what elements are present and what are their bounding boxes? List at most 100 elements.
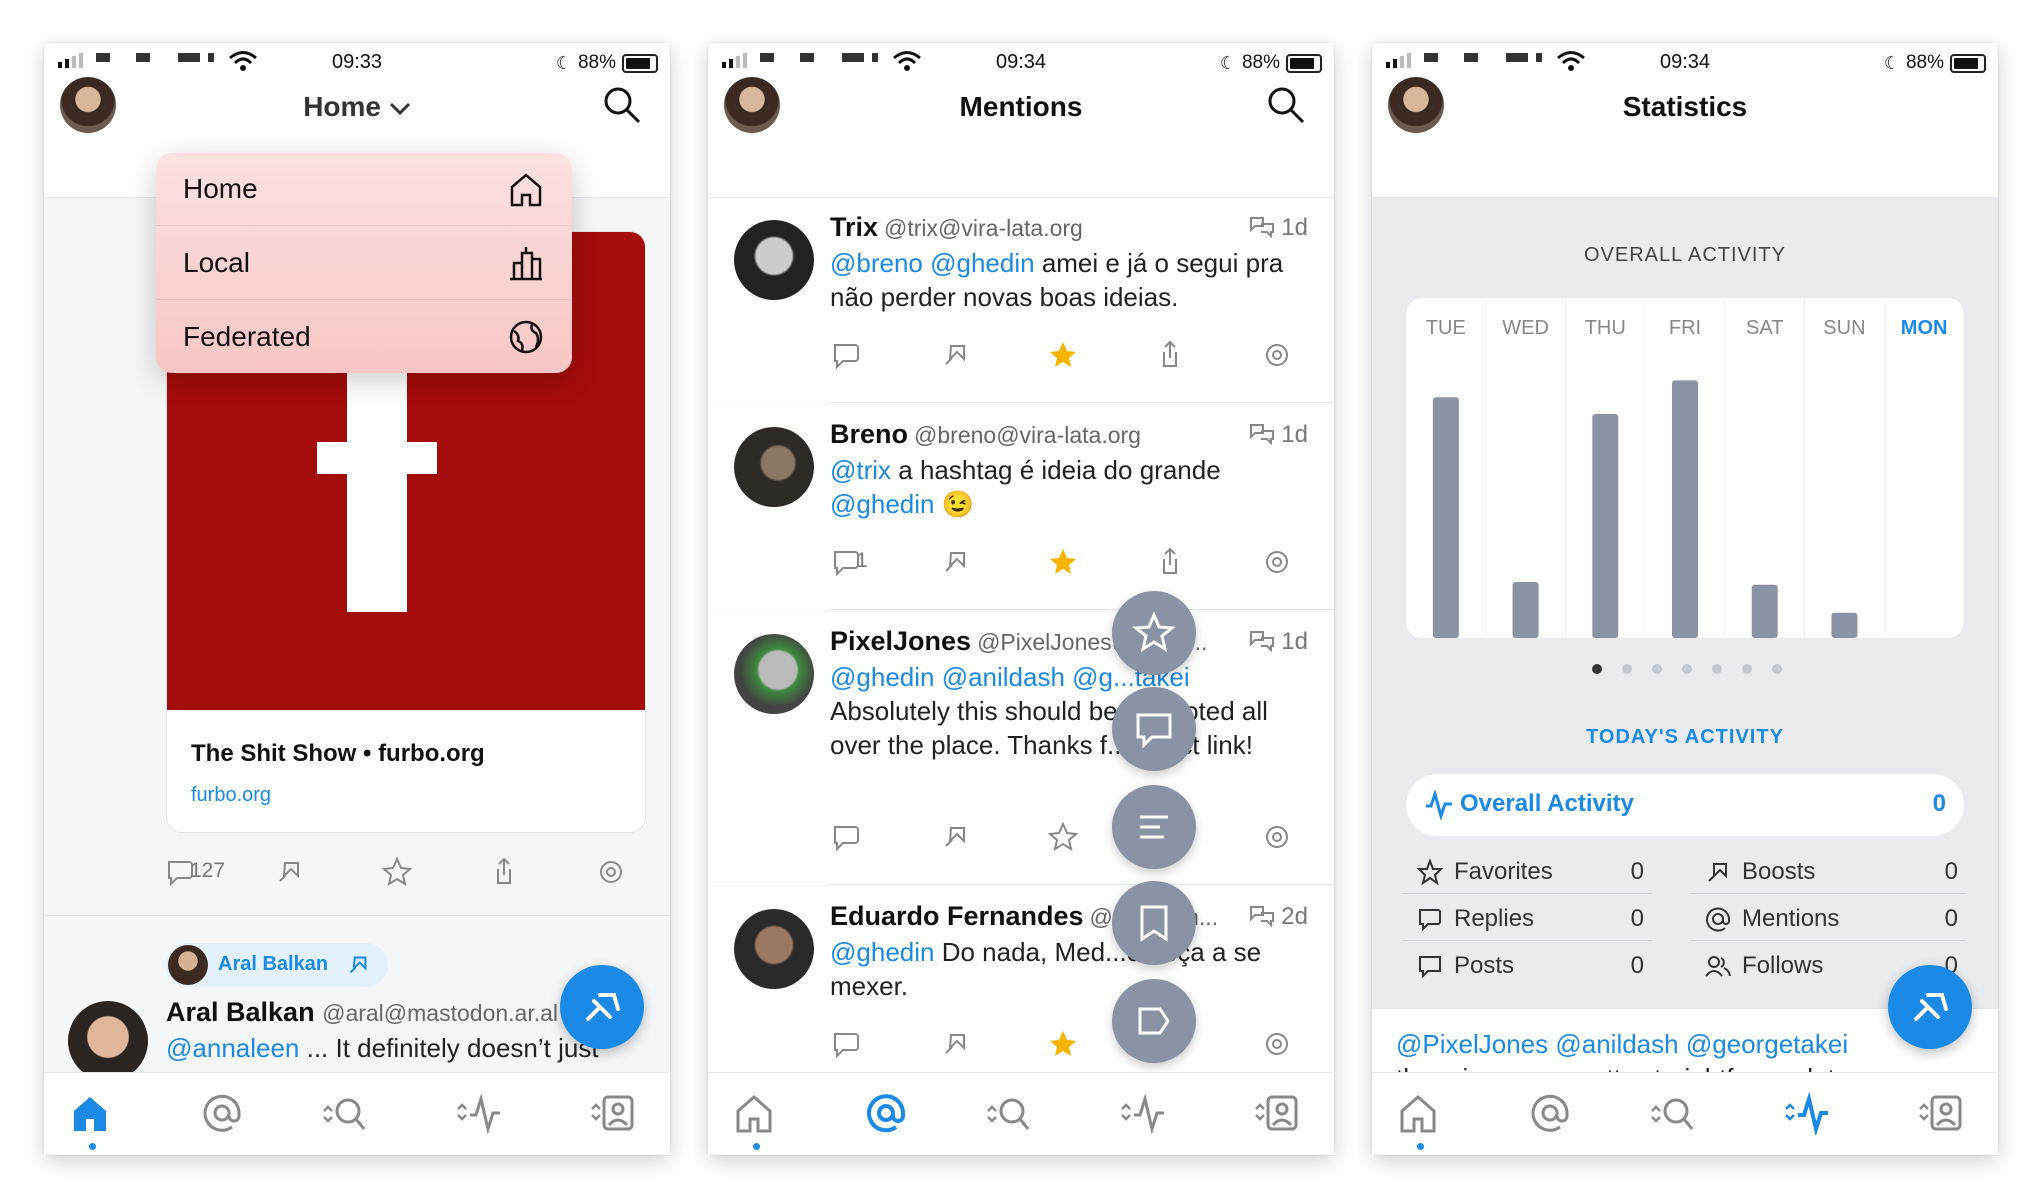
search-icon: [1651, 1098, 1694, 1130]
mention-link[interactable]: @ghedin: [830, 937, 934, 967]
share-icon[interactable]: [1152, 545, 1186, 579]
stat-label: Posts: [1454, 952, 1515, 979]
boost-icon[interactable]: [938, 545, 972, 579]
post-avatar[interactable]: [734, 220, 814, 300]
reply-icon[interactable]: [830, 338, 864, 372]
mention-link[interactable]: @breno @ghedin: [830, 248, 1035, 278]
tab-profile[interactable]: [1912, 1091, 1968, 1135]
phone-statistics: 09:34 ☾ 88% Statistics OVERALL ACTIVITY T…: [1372, 43, 1998, 1155]
stat-label: Follows: [1742, 952, 1824, 979]
page-dot[interactable]: [1712, 664, 1722, 674]
star-icon[interactable]: [1046, 1027, 1080, 1061]
post-actions: [830, 338, 1300, 372]
tab-profile[interactable]: [1248, 1091, 1304, 1135]
post-avatar[interactable]: [734, 427, 814, 507]
card-link[interactable]: furbo.org: [191, 784, 271, 807]
more-icon[interactable]: [1260, 820, 1294, 854]
page-indicator[interactable]: [1372, 198, 1998, 674]
chart-day-label: SAT: [1746, 317, 1783, 339]
boosted-by-chip[interactable]: Aral Balkan: [166, 943, 388, 987]
mention-post[interactable]: PixelJones @PixelJones@...dly.... 1d @ghe…: [708, 612, 1334, 886]
tab-activity[interactable]: [450, 1091, 506, 1135]
page-dot[interactable]: [1592, 664, 1602, 674]
mention-link[interactable]: @annaleen: [166, 1033, 299, 1063]
battery-icon: [1950, 53, 1986, 73]
stat-posts: Posts 0: [1402, 942, 1652, 988]
page-dot[interactable]: [1652, 664, 1662, 674]
tab-activity[interactable]: [1114, 1091, 1170, 1135]
stat-value: 0: [1630, 905, 1644, 932]
reply-icon[interactable]: [830, 1027, 864, 1061]
star-icon[interactable]: [1046, 820, 1080, 854]
mention-link[interactable]: @PixelJones @anildash @georgetakei: [1396, 1029, 1848, 1059]
tab-mentions[interactable]: [864, 1091, 920, 1135]
timeline-selector[interactable]: Home: [44, 91, 670, 123]
search-icon[interactable]: [1266, 85, 1306, 125]
favorite-fab[interactable]: [1112, 591, 1196, 675]
star-icon[interactable]: [1046, 338, 1080, 372]
overall-activity-row[interactable]: Overall Activity 0: [1406, 774, 1964, 836]
more-icon[interactable]: [1260, 338, 1294, 372]
mention-post[interactable]: Trix @trix@vira-lata.org 1d @breno @ghedi…: [708, 198, 1334, 404]
page-dot[interactable]: [1682, 664, 1692, 674]
tab-search[interactable]: [1644, 1091, 1700, 1135]
tab-mentions[interactable]: [200, 1091, 256, 1135]
mention-link[interactable]: @trix: [830, 455, 891, 485]
page-dot[interactable]: [1772, 664, 1782, 674]
bookmark-fab[interactable]: [1112, 881, 1196, 965]
post-avatar[interactable]: [734, 909, 814, 989]
bookmark-icon: [1140, 905, 1168, 942]
reply-icon[interactable]: [830, 820, 864, 854]
tab-home[interactable]: [732, 1091, 788, 1150]
search-icon[interactable]: [602, 85, 642, 125]
post-author-name: Breno: [830, 419, 909, 449]
boost-icon[interactable]: [938, 338, 972, 372]
share-icon: [1138, 1007, 1170, 1035]
share-fab[interactable]: [1112, 979, 1196, 1063]
share-icon[interactable]: [1152, 338, 1186, 372]
menu-item-federated[interactable]: Federated: [156, 301, 572, 373]
profile-icon: [1255, 1095, 1298, 1131]
chart-bar: [1432, 397, 1459, 638]
mention-post[interactable]: Breno @breno@vira-lata.org 1d @trix a has…: [708, 405, 1334, 611]
mention-link[interactable]: @ghedin: [830, 489, 934, 519]
timeline-title: Home: [303, 91, 381, 122]
reply-fab[interactable]: [1112, 687, 1196, 771]
more-icon[interactable]: [1260, 545, 1294, 579]
more-icon[interactable]: [1260, 1027, 1294, 1061]
mention-post[interactable]: Eduardo Fernandes@eduf@in... 2d @ghedin …: [708, 887, 1334, 1093]
battery-icon: [1286, 53, 1322, 73]
star-icon[interactable]: [1046, 545, 1080, 579]
compose-button[interactable]: [560, 965, 644, 1049]
post-avatar[interactable]: [734, 634, 814, 714]
menu-item-local[interactable]: Local: [156, 227, 572, 300]
activity-chart[interactable]: TUE WED THU FRI SAT SUN MON: [1406, 298, 1964, 638]
tab-profile[interactable]: [584, 1091, 640, 1135]
post-avatar[interactable]: [68, 1001, 148, 1081]
boost-icon[interactable]: [938, 1027, 972, 1061]
status-bar: 09:33 ☾ 88%: [44, 43, 670, 81]
page-dot[interactable]: [1622, 664, 1632, 674]
post-time: 1d: [1249, 628, 1308, 656]
more-icon[interactable]: [594, 855, 628, 889]
tab-mentions[interactable]: [1528, 1091, 1584, 1135]
compose-button[interactable]: [1888, 965, 1972, 1049]
tab-search[interactable]: [316, 1091, 372, 1135]
boost-icon[interactable]: [272, 855, 306, 889]
tab-search[interactable]: [980, 1091, 1036, 1135]
menu-item-label: Federated: [183, 321, 311, 352]
menu-fab[interactable]: [1112, 785, 1196, 869]
chart-day-label: TUE: [1426, 317, 1466, 339]
star-icon[interactable]: [380, 855, 414, 889]
boost-icon[interactable]: [938, 820, 972, 854]
tab-activity[interactable]: [1778, 1091, 1834, 1137]
status-bar: 09:34 ☾ 88%: [708, 43, 1334, 81]
stat-value: 0: [1630, 952, 1644, 979]
share-icon[interactable]: [486, 855, 520, 889]
page-dot[interactable]: [1742, 664, 1752, 674]
menu-item-home[interactable]: Home: [156, 153, 572, 226]
tab-home[interactable]: [1396, 1091, 1452, 1150]
tab-home[interactable]: [68, 1091, 124, 1150]
battery-icon: [622, 53, 658, 73]
status-bar: 09:34 ☾ 88%: [1372, 43, 1998, 81]
